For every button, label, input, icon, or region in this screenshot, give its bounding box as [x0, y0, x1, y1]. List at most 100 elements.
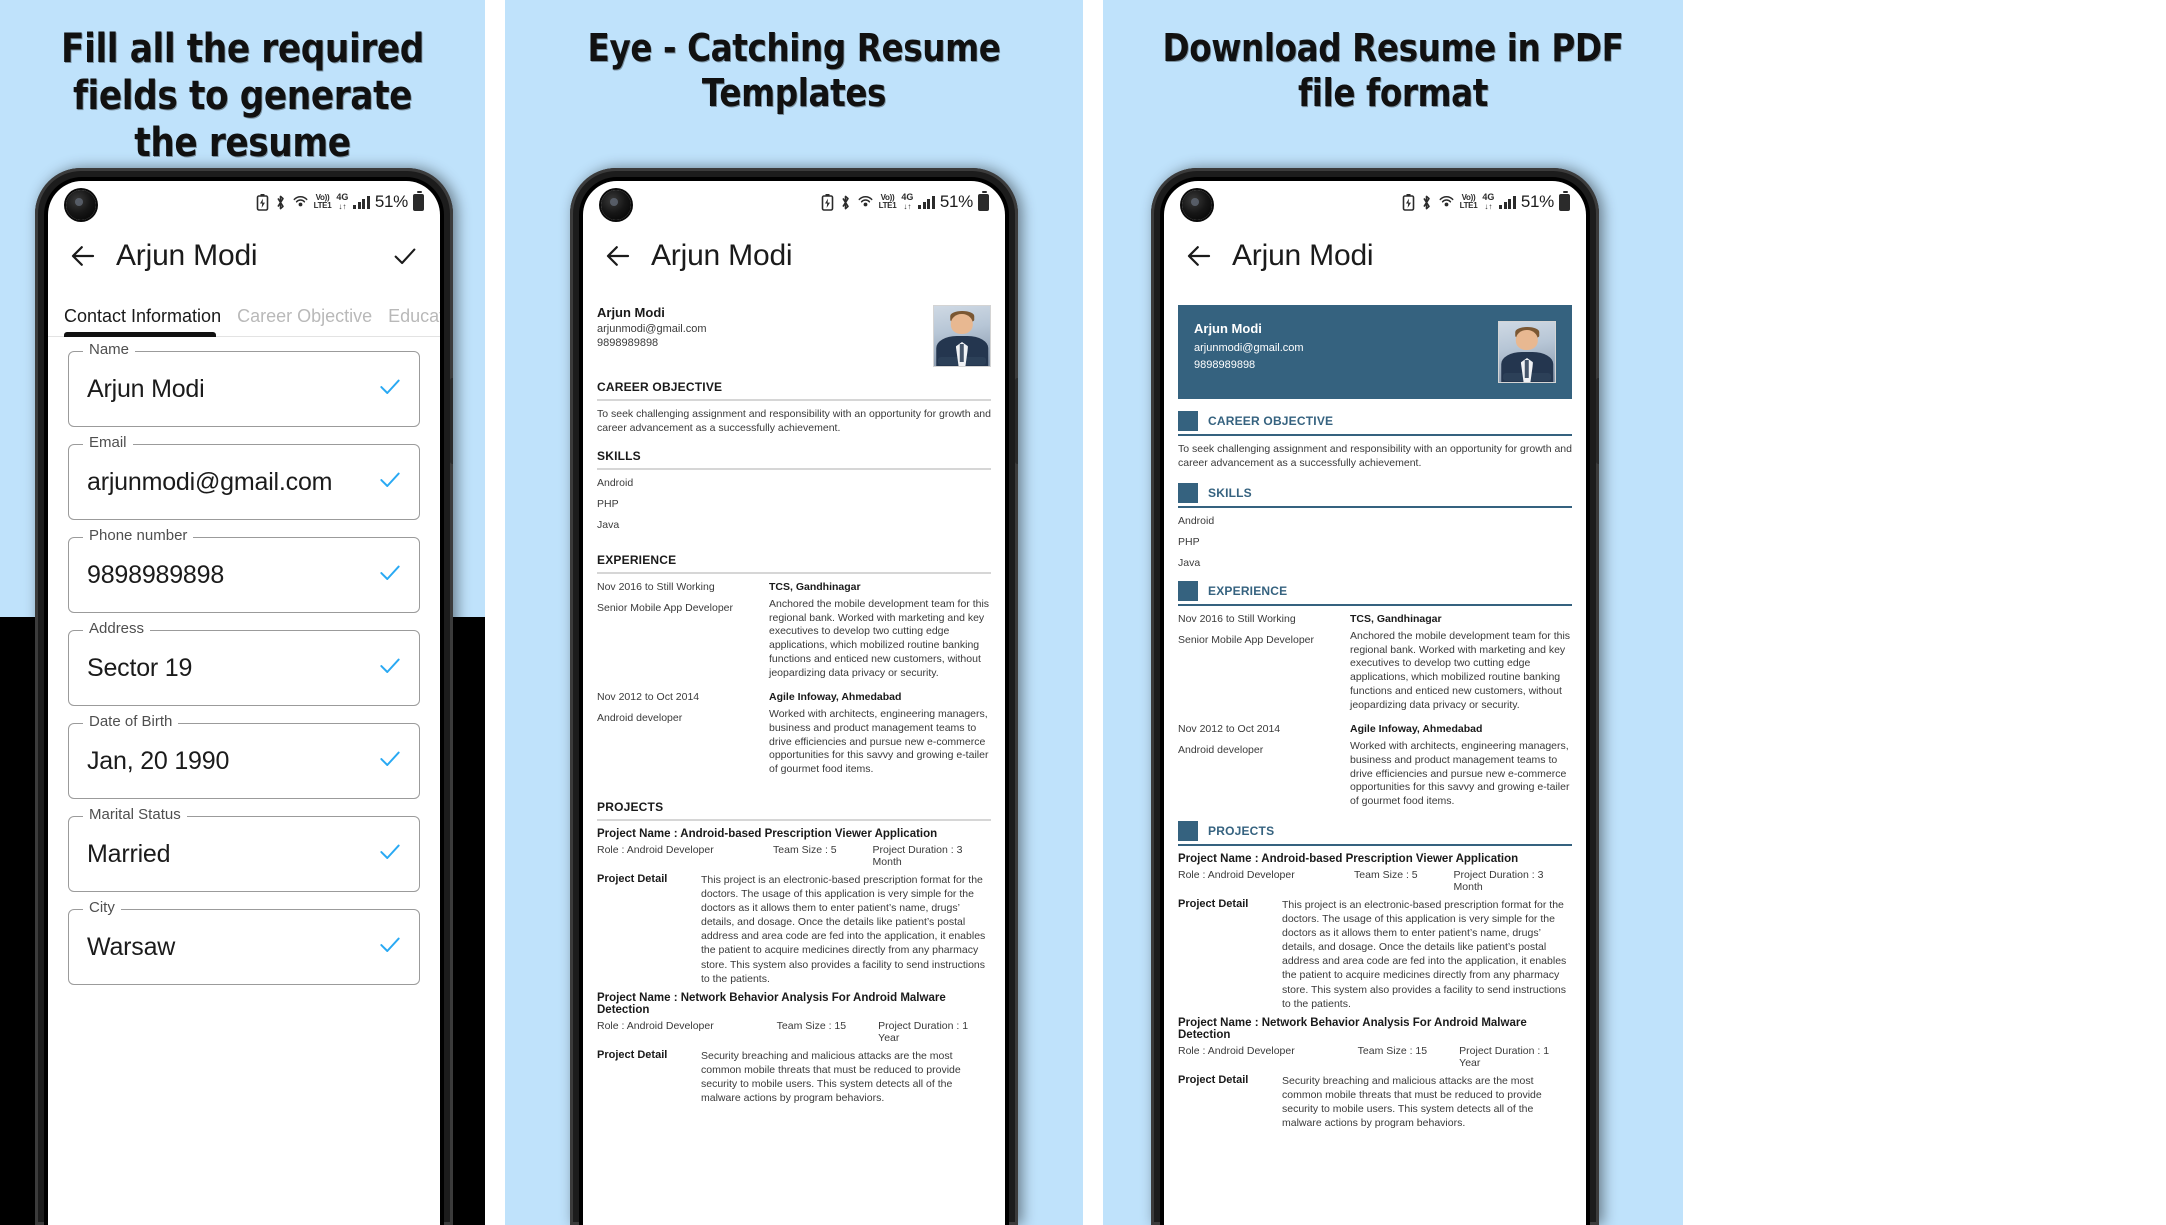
section-divider — [597, 819, 991, 822]
volte-indicator: Vo)) LTE1 — [878, 193, 897, 210]
signal-bars-icon — [353, 195, 370, 209]
field-email-label: Email — [83, 435, 133, 450]
check-icon — [377, 746, 403, 777]
phone-mockup-2: Vo)) LTE1 4G ↓↑ 51% Arjun Modi Arjun Mod… — [570, 168, 1018, 1225]
tab-education-qualification[interactable]: Education Q — [388, 306, 440, 337]
field-phone-number-label: Phone number — [83, 528, 194, 543]
back-arrow-icon[interactable] — [601, 239, 635, 273]
field-city-label: City — [83, 900, 121, 915]
skill-item: PHP — [597, 497, 619, 510]
contact-information-form: Name Arjun Modi Email arjunmodi@gmail.co… — [48, 337, 440, 985]
resume-phone: 9898989898 — [597, 337, 659, 349]
field-name[interactable]: Name Arjun Modi — [68, 342, 420, 427]
field-name-value: Arjun Modi — [87, 374, 205, 403]
panel-3-headline: Download Resume in PDF file format — [1162, 26, 1624, 115]
check-icon — [377, 560, 403, 591]
data-arrows: ↓↑ — [1484, 201, 1493, 211]
active-tab-indicator — [64, 332, 216, 337]
skill-item: Android — [1178, 514, 1215, 527]
panel-divider-1 — [485, 0, 505, 1225]
phone-side-button — [1015, 378, 1018, 464]
experience-company: TCS, Gandhinagar — [769, 580, 861, 593]
phone-mockup-3: Vo)) LTE1 4G ↓↑ 51% Arjun Modi Arjun Mod… — [1151, 168, 1599, 1225]
project-role: Role : Android Developer — [597, 1019, 714, 1032]
project-detail-label: Project Detail — [1178, 898, 1249, 911]
data-arrows: ↓↑ — [903, 201, 912, 211]
experience-entry: Nov 2016 to Still Working Senior Mobile … — [597, 581, 991, 681]
section-divider — [1178, 844, 1572, 847]
experience-period: Nov 2016 to Still Working — [1178, 612, 1296, 625]
front-camera-punch-hole — [601, 190, 631, 220]
section-header-experience: EXPERIENCE — [1178, 580, 1572, 601]
volte-line-2: LTE1 — [878, 201, 897, 210]
project-detail-text: This project is an electronic-based pres… — [701, 874, 986, 985]
project-entry: Project Name : Android-based Prescriptio… — [1178, 853, 1572, 1011]
status-bar: Vo)) LTE1 4G ↓↑ 51% — [48, 181, 440, 223]
phone-screen-2: Vo)) LTE1 4G ↓↑ 51% Arjun Modi Arjun Mod… — [583, 181, 1005, 1225]
project-team-size: Team Size : 5 — [1354, 869, 1418, 882]
profile-photo — [1498, 321, 1556, 383]
gallery-panel-3: Download Resume in PDF file format Vo)) … — [1103, 0, 1683, 1225]
section-accent-square — [1178, 821, 1198, 842]
resume-name: Arjun Modi — [597, 305, 665, 320]
bluetooth-icon — [274, 194, 287, 211]
status-bar: Vo)) LTE1 4G ↓↑ 51% — [1164, 181, 1586, 223]
project-entry: Project Name : Android-based Prescriptio… — [597, 828, 991, 986]
phone-screen-1: Vo)) LTE1 4G ↓↑ 51% Arjun Modi Contact I… — [48, 181, 440, 1225]
field-address[interactable]: Address Sector 19 — [68, 621, 420, 706]
project-entry: Project Name : Network Behavior Analysis… — [597, 992, 991, 1105]
app-bar: Arjun Modi — [583, 223, 1005, 289]
project-detail-label: Project Detail — [597, 873, 668, 886]
hotspot-icon — [857, 194, 874, 211]
section-divider — [1178, 505, 1572, 508]
experience-period: Nov 2012 to Oct 2014 — [1178, 722, 1281, 735]
project-detail-text: Security breaching and malicious attacks… — [701, 1049, 961, 1104]
network-type-indicator: 4G ↓↑ — [1482, 193, 1494, 211]
battery-saver-icon — [256, 193, 269, 211]
hotspot-icon — [292, 194, 309, 211]
screenshot-gallery: Fill all the required fields to generate… — [0, 0, 2166, 1225]
section-accent-square — [1178, 482, 1198, 503]
project-detail-text: Security breaching and malicious attacks… — [1282, 1074, 1542, 1129]
project-duration: Project Duration : 3 Month — [872, 844, 963, 869]
experience-company: Agile Infoway, Ahmedabad — [1350, 722, 1483, 735]
field-email[interactable]: Email arjunmodi@gmail.com — [68, 435, 420, 520]
resume-name: Arjun Modi — [1194, 321, 1262, 336]
back-arrow-icon[interactable] — [1182, 239, 1216, 273]
experience-company: Agile Infoway, Ahmedabad — [769, 690, 902, 703]
project-team-size: Team Size : 15 — [1357, 1044, 1428, 1057]
panel-1-headline: Fill all the required fields to generate… — [61, 26, 424, 167]
section-header-projects: PROJECTS — [1178, 821, 1572, 842]
section-divider — [1178, 434, 1572, 436]
tab-career-objective[interactable]: Career Objective — [237, 306, 388, 337]
project-name: Project Name : Android-based Prescriptio… — [597, 828, 938, 841]
experience-role: Android developer — [1178, 743, 1264, 756]
resume-email: arjunmodi@gmail.com — [1194, 342, 1304, 354]
page-title: Arjun Modi — [116, 239, 258, 272]
section-divider — [597, 467, 991, 470]
project-team-size: Team Size : 15 — [776, 1019, 847, 1032]
field-marital-status-value: Married — [87, 839, 171, 868]
project-detail-text: This project is an electronic-based pres… — [1282, 899, 1567, 1010]
section-divider — [1178, 603, 1572, 606]
front-camera-punch-hole — [66, 190, 96, 220]
project-name: Project Name : Network Behavior Analysis… — [1178, 1016, 1527, 1041]
career-objective-text: To seek challenging assignment and respo… — [1178, 443, 1572, 469]
resume-contact-block: Arjun Modi arjunmodi@gmail.com 989898989… — [597, 305, 707, 351]
field-date-of-birth[interactable]: Date of Birth Jan, 20 1990 — [68, 714, 420, 799]
field-marital-status[interactable]: Marital Status Married — [68, 807, 420, 892]
battery-percent-label: 51% — [374, 192, 408, 211]
section-divider — [597, 571, 991, 574]
resume-preview-template-1: Arjun Modi arjunmodi@gmail.com 989898989… — [583, 289, 1005, 1105]
project-meta: Role : Android Developer Team Size : 5 P… — [1178, 869, 1572, 893]
section-title-projects: PROJECTS — [1208, 824, 1275, 839]
back-arrow-icon[interactable] — [66, 239, 100, 273]
section-title-career-objective: CAREER OBJECTIVE — [597, 380, 723, 394]
experience-role: Android developer — [597, 711, 683, 724]
field-city[interactable]: City Warsaw — [68, 900, 420, 985]
project-name: Project Name : Android-based Prescriptio… — [1178, 853, 1519, 866]
field-phone-number[interactable]: Phone number 9898989898 — [68, 528, 420, 613]
save-check-icon[interactable] — [388, 239, 422, 273]
experience-entry: Nov 2012 to Oct 2014 Android developer A… — [597, 691, 991, 777]
